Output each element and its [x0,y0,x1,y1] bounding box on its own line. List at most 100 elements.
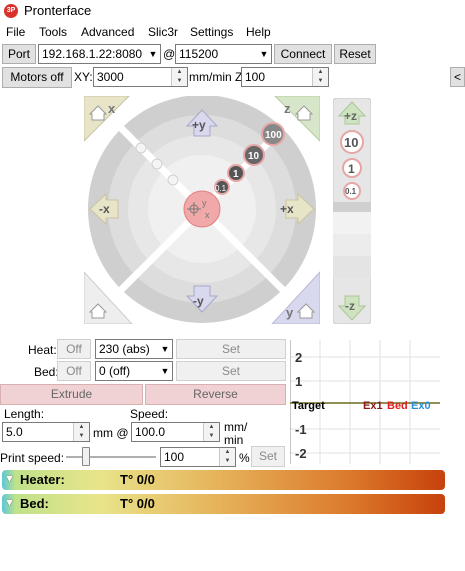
speed-unit-top: mm/ [224,420,248,434]
print-speed-slider-track[interactable] [66,456,156,458]
menu-advanced[interactable]: Advanced [81,25,134,39]
length-value: 5.0 [6,425,23,439]
menu-tools[interactable]: Tools [39,25,67,39]
xy-spin-control[interactable]: ▲ ▼ [171,68,187,86]
bed-off-button[interactable]: Off [57,361,91,381]
bed-gauge-value: T° 0/0 [120,496,155,511]
z-jog-column: +z 10 1 0.1 -z [333,98,371,324]
z-down-label: -z [345,299,355,313]
z-label: mm/min Z: [189,70,246,84]
z-step-01-label: 0.1 [345,187,357,196]
legend-target: Target [292,400,325,412]
speed-label: Speed: [130,407,169,421]
jog-step-100-label: 100 [265,130,282,141]
home-z-label: z [284,101,291,116]
bed-gauge: ▼ Bed: T° 0/0 [2,494,445,514]
graph-tick-2: 2 [295,350,302,365]
heater-gauge-label: Heater: [20,472,65,487]
collapse-button[interactable]: < [450,67,465,87]
length-input[interactable]: 5.0 ▲ ▼ [2,422,90,442]
menu-slic3r[interactable]: Slic3r [148,25,178,39]
bed-set-button[interactable]: Set [176,361,286,381]
z-spin-control[interactable]: ▲ ▼ [312,68,328,86]
jog-step-10-label: 10 [248,151,260,162]
z-step-10-label: 10 [344,135,358,150]
xy-jog-wheel: x z y +y -y -x +x 100 10 1 0.1 y x [84,96,320,324]
length-spin-control[interactable]: ▲ ▼ [73,423,89,441]
legend-bed: Bed [387,400,408,412]
port-value: 192.168.1.22:8080 [42,47,143,61]
heat-label: Heat: [28,343,57,357]
z-feedrate-input[interactable]: 100 ▲ ▼ [241,67,329,87]
graph-tick-1: 1 [295,374,302,389]
baud-combo[interactable]: 115200 ▼ [175,44,272,64]
chevron-down-icon: ▼ [259,49,269,59]
window-title: Pronterface [24,3,92,18]
xy-label: XY: [74,70,93,84]
xy-feedrate-value: 3000 [97,70,124,84]
z-up-label: +z [344,109,357,123]
z-step-1-label: 1 [348,162,355,176]
speed-unit-bottom: min [224,433,244,447]
xy-feedrate-input[interactable]: 3000 ▲ ▼ [93,67,188,87]
title-bar: 3P Pronterface [0,0,465,22]
heat-off-button[interactable]: Off [57,339,91,359]
expand-arrow-icon: ▼ [4,473,15,485]
legend-ex0: Ex0 [411,400,431,412]
bed-label: Bed: [34,365,59,379]
jog-right-label: +x [280,202,294,216]
home-y-label: y [286,305,294,320]
menu-settings[interactable]: Settings [190,25,233,39]
legend-ex1: Ex1 [363,400,383,412]
bed-gauge-label: Bed: [20,496,49,511]
heater-gauge: ▼ Heater: T° 0/0 [2,470,445,490]
jog-left-label: -x [99,202,110,216]
at-label: @ [163,47,176,61]
jog-up-label: +y [192,118,206,132]
chevron-down-icon: ▼ [160,344,170,354]
port-combo[interactable]: 192.168.1.22:8080 ▼ [38,44,161,64]
reverse-button[interactable]: Reverse [145,384,286,405]
menu-file[interactable]: File [6,25,25,39]
port-button[interactable]: Port [2,44,36,64]
graph-tick-neg2: -2 [295,446,307,461]
print-speed-value: 100 [164,450,185,464]
bed-temp-combo[interactable]: 0 (off) ▼ [95,361,173,381]
jog-step-01-label: 0.1 [215,184,227,193]
print-speed-spin-control[interactable]: ▲ ▼ [219,448,235,466]
print-speed-unit: % [239,451,250,465]
extrude-button[interactable]: Extrude [0,384,143,405]
temperature-graph: 2 1 -1 -2 Target Ex1 Bed Ex0 [290,340,440,464]
print-speed-input[interactable]: 100 ▲ ▼ [160,447,236,467]
menu-help[interactable]: Help [246,25,271,39]
print-speed-slider-thumb[interactable] [82,447,91,466]
baud-value: 115200 [179,47,219,61]
bed-temp-value: 0 (off) [99,364,131,378]
reset-button[interactable]: Reset [334,44,376,64]
jog-down-label: -y [193,294,204,308]
heater-gauge-value: T° 0/0 [120,472,155,487]
length-unit-label: mm @ [93,426,129,440]
print-speed-set-button[interactable]: Set [251,446,285,467]
jog-step-1-label: 1 [233,169,239,180]
expand-arrow-icon: ▼ [4,497,15,509]
home-x-label: x [108,101,116,116]
heat-set-button[interactable]: Set [176,339,286,359]
heat-temp-value: 230 (abs) [99,342,150,356]
connect-button[interactable]: Connect [274,44,332,64]
motors-off-button[interactable]: Motors off [2,67,72,88]
speed-value: 100.0 [135,425,166,439]
center-y-label: y [202,198,207,208]
app-icon: 3P [4,4,18,18]
speed-input[interactable]: 100.0 ▲ ▼ [131,422,220,442]
length-label: Length: [4,407,45,421]
z-feedrate-value: 100 [245,70,266,84]
heat-temp-combo[interactable]: 230 (abs) ▼ [95,339,173,359]
chevron-down-icon: ▼ [148,49,158,59]
chevron-down-icon: ▼ [160,366,170,376]
speed-spin-control[interactable]: ▲ ▼ [203,423,219,441]
graph-tick-neg1: -1 [295,422,307,437]
center-x-label: x [205,210,210,220]
menu-bar: File Tools Advanced Slic3r Settings Help [0,23,465,41]
print-speed-label: Print speed: [0,451,65,465]
